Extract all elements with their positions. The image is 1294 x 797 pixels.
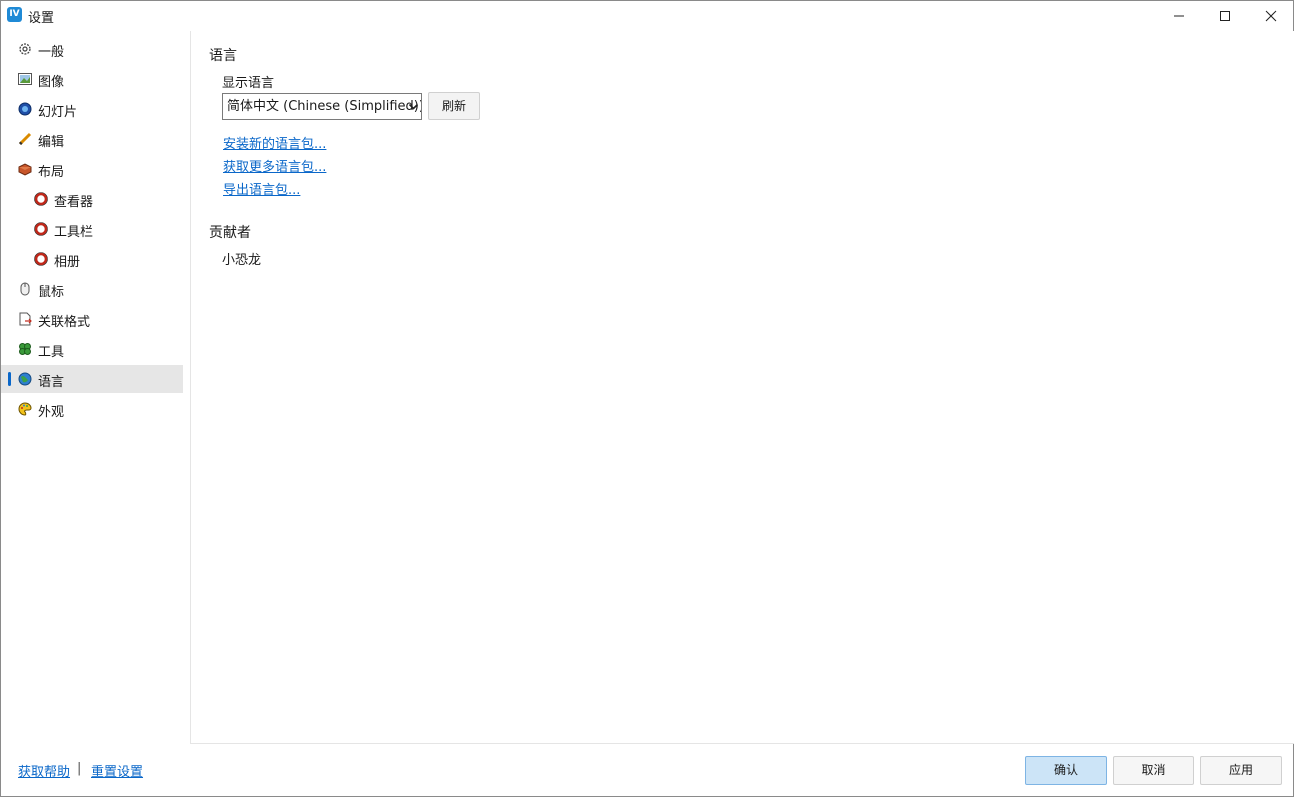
chevron-down-icon	[408, 103, 419, 110]
window-title: 设置	[28, 11, 55, 26]
ring-icon	[34, 222, 48, 236]
sidebar-item-label: 查看器	[54, 195, 94, 210]
sidebar-item-toolbar[interactable]: 工具栏	[1, 215, 183, 243]
refresh-button[interactable]: 刷新	[428, 92, 480, 120]
globe-icon	[18, 372, 32, 386]
sidebar-item-label: 工具	[38, 345, 65, 360]
minimize-button[interactable]	[1156, 1, 1202, 31]
sidebar-item-label: 图像	[38, 75, 65, 90]
pencil-icon	[18, 132, 32, 146]
selection-indicator	[8, 372, 11, 386]
maximize-button[interactable]	[1202, 1, 1248, 31]
tools-icon	[19, 343, 31, 355]
sidebar-item-layout[interactable]: 布局	[1, 155, 183, 183]
export-language-pack-link[interactable]: 导出语言包...	[223, 179, 300, 198]
sidebar-item-label: 工具栏	[54, 225, 94, 240]
sidebar-item-gallery[interactable]: 相册	[1, 245, 183, 273]
sidebar-item-label: 一般	[38, 45, 65, 60]
language-heading: 语言	[209, 48, 237, 64]
install-language-pack-link[interactable]: 安装新的语言包...	[223, 133, 326, 152]
sidebar-item-tools[interactable]: 工具	[1, 335, 183, 363]
settings-sidebar: 一般 图像 幻灯片 编辑 布局 查看器 工具栏 相册 鼠标 关联格式 工具 语言…	[1, 31, 190, 744]
contributor-name: 小恐龙	[222, 253, 262, 268]
sidebar-item-label: 幻灯片	[38, 105, 78, 120]
close-button[interactable]	[1248, 1, 1294, 31]
display-language-label: 显示语言	[222, 76, 275, 91]
sidebar-item-edit[interactable]: 编辑	[1, 125, 183, 153]
file-association-icon	[19, 312, 32, 326]
ring-icon	[34, 192, 48, 206]
contributors-heading: 贡献者	[209, 225, 251, 241]
sidebar-item-label: 布局	[38, 165, 65, 180]
gear-icon	[19, 43, 31, 55]
palette-icon	[18, 402, 32, 416]
app-logo-icon: IV	[7, 7, 22, 22]
sidebar-item-label: 鼠标	[38, 285, 65, 300]
sidebar-item-label: 外观	[38, 405, 65, 420]
display-language-select[interactable]: 简体中文 (Chinese (Simplified))	[222, 93, 422, 120]
get-more-language-packs-link[interactable]: 获取更多语言包...	[223, 156, 326, 175]
apply-button[interactable]: 应用	[1200, 756, 1282, 785]
get-help-link[interactable]: 获取帮助	[18, 761, 70, 780]
image-icon	[18, 73, 32, 85]
slideshow-icon	[18, 102, 32, 116]
sidebar-item-file-association[interactable]: 关联格式	[1, 305, 183, 333]
sidebar-item-language[interactable]: 语言	[1, 365, 183, 393]
cancel-button[interactable]: 取消	[1113, 756, 1194, 785]
sidebar-item-label: 编辑	[38, 135, 65, 150]
minimize-icon	[1174, 15, 1184, 17]
language-settings-panel: 语言 显示语言 简体中文 (Chinese (Simplified)) 刷新 安…	[190, 31, 1294, 744]
sidebar-item-slideshow[interactable]: 幻灯片	[1, 95, 183, 123]
footer-separator: |	[77, 761, 82, 776]
maximize-icon	[1220, 11, 1230, 21]
sidebar-item-label: 语言	[38, 375, 65, 390]
sidebar-item-label: 相册	[54, 255, 81, 270]
selected-language-value: 简体中文 (Chinese (Simplified))	[227, 99, 422, 114]
mouse-icon	[20, 282, 30, 296]
title-bar: IV 设置	[1, 1, 1293, 31]
settings-window: IV 设置 一般 图像 幻灯片 编辑 布局 查看器 工具栏 相册 鼠标 关联格式…	[0, 0, 1294, 797]
ok-button[interactable]: 确认	[1025, 756, 1107, 785]
sidebar-item-image[interactable]: 图像	[1, 65, 183, 93]
sidebar-item-mouse[interactable]: 鼠标	[1, 275, 183, 303]
sidebar-item-appearance[interactable]: 外观	[1, 395, 183, 423]
layout-icon	[18, 163, 32, 176]
ring-icon	[34, 252, 48, 266]
sidebar-item-viewer[interactable]: 查看器	[1, 185, 183, 213]
close-icon	[1265, 10, 1277, 22]
sidebar-item-general[interactable]: 一般	[1, 35, 183, 63]
sidebar-item-label: 关联格式	[38, 315, 91, 330]
reset-settings-link[interactable]: 重置设置	[91, 761, 143, 780]
